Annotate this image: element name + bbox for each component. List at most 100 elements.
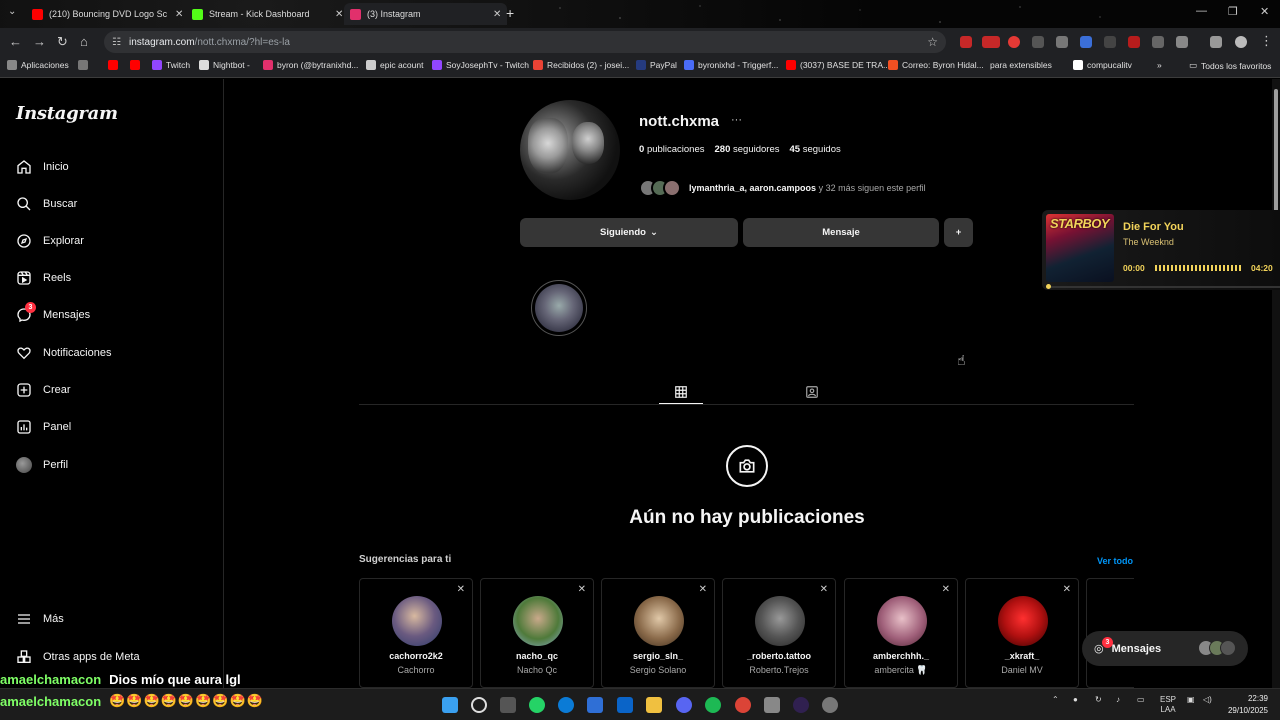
close-icon[interactable]: ✕ bbox=[335, 9, 343, 20]
suggestion-username[interactable]: sergio_sln_ bbox=[602, 651, 714, 661]
minimize-icon[interactable]: — bbox=[1196, 5, 1207, 17]
messages-pill[interactable]: ◎ 3 Mensajes bbox=[1082, 631, 1248, 666]
app-icon[interactable] bbox=[764, 697, 780, 713]
bookmark-youtube-2[interactable] bbox=[130, 60, 140, 70]
store-icon[interactable] bbox=[587, 697, 603, 713]
bookmark-gmail[interactable]: Recibidos (2) - josei... bbox=[533, 60, 629, 70]
extension-tag-icon[interactable] bbox=[1128, 36, 1140, 48]
tray-chevron-icon[interactable]: ⌃ bbox=[1052, 695, 1059, 704]
sidebar-item-buscar[interactable]: Buscar bbox=[16, 196, 77, 212]
suggestion-card[interactable]: ✕ sergio_sln_ Sergio Solano bbox=[601, 578, 715, 688]
volume-icon[interactable]: ◁) bbox=[1203, 695, 1212, 704]
suggestion-card[interactable]: ✕ _roberto.tattoo Roberto.Trejos bbox=[722, 578, 836, 688]
suggestion-username[interactable]: nacho_qc bbox=[481, 651, 593, 661]
system-clock[interactable]: 22:39 29/10/2025 bbox=[1228, 693, 1268, 717]
file-explorer-icon[interactable] bbox=[646, 697, 662, 713]
network-icon[interactable]: ▣ bbox=[1187, 695, 1195, 704]
bookmark-soyjoseph[interactable]: SoyJosephTv - Twitch bbox=[432, 60, 529, 70]
tray-app-icon[interactable]: ● bbox=[1073, 695, 1078, 704]
obs-icon[interactable] bbox=[793, 697, 809, 713]
followed-by[interactable]: lymanthria_a, aaron.campoos y 32 más sig… bbox=[639, 179, 926, 197]
dismiss-icon[interactable]: ✕ bbox=[1063, 584, 1071, 595]
dismiss-icon[interactable]: ✕ bbox=[942, 584, 950, 595]
suggestion-username[interactable]: _roberto.tattoo bbox=[723, 651, 835, 661]
url-input[interactable]: ☷ instagram.com/nott.chxma/?hl=es-la ☆ bbox=[104, 31, 946, 53]
suggest-people-button[interactable]: + bbox=[944, 218, 973, 247]
tab-posts[interactable] bbox=[659, 380, 703, 404]
scrollbar-thumb[interactable] bbox=[1274, 89, 1278, 219]
dismiss-icon[interactable]: ✕ bbox=[457, 584, 465, 595]
bookmark-epic[interactable]: epic acount bbox=[366, 60, 423, 70]
spotify-icon[interactable] bbox=[705, 697, 721, 713]
edge-icon[interactable] bbox=[558, 697, 574, 713]
dismiss-icon[interactable]: ✕ bbox=[820, 584, 828, 595]
avatar[interactable] bbox=[513, 596, 563, 646]
more-options-icon[interactable]: ··· bbox=[731, 114, 742, 126]
maximize-icon[interactable]: ❐ bbox=[1228, 5, 1238, 18]
extension-blue-icon[interactable] bbox=[1080, 36, 1092, 48]
bookmark-outlook[interactable]: Correo: Byron Hidal... bbox=[888, 60, 984, 70]
close-icon[interactable]: ✕ bbox=[493, 9, 501, 20]
page-scrollbar[interactable] bbox=[1272, 79, 1280, 688]
sidebar-item-reels[interactable]: Reels bbox=[16, 270, 71, 286]
dismiss-icon[interactable]: ✕ bbox=[578, 584, 586, 595]
suggestion-card[interactable]: ✕ _xkraft_ Daniel MV bbox=[965, 578, 1079, 688]
whatsapp-icon[interactable] bbox=[529, 697, 545, 713]
bookmark-compucalitv[interactable]: compucalitv bbox=[1073, 60, 1132, 70]
avatar[interactable] bbox=[998, 596, 1048, 646]
media-control-icon[interactable] bbox=[1210, 36, 1222, 48]
bookmark-triggerfyre[interactable]: byronixhd - Triggerf... bbox=[684, 60, 778, 70]
suggestion-card[interactable]: ✕ nacho_qc Nacho Qc bbox=[480, 578, 594, 688]
sidebar-item-mensajes[interactable]: 3 Mensajes bbox=[16, 302, 90, 323]
extensions-puzzle-icon[interactable] bbox=[1176, 36, 1188, 48]
task-view-icon[interactable] bbox=[500, 697, 516, 713]
avatar[interactable] bbox=[392, 596, 442, 646]
suggestion-card[interactable]: ✕ cachorro2k2 Cachorro bbox=[359, 578, 473, 688]
profile-picture[interactable] bbox=[520, 100, 620, 200]
story-highlight[interactable] bbox=[531, 280, 587, 336]
display-icon[interactable]: ▭ bbox=[1137, 695, 1145, 704]
sidebar-item-panel[interactable]: Panel bbox=[16, 419, 71, 435]
suggestion-card[interactable]: ✕ amberchhh._ ambercita 🦷 bbox=[844, 578, 958, 688]
chrome-icon[interactable] bbox=[735, 697, 751, 713]
extension-abp-icon[interactable] bbox=[960, 36, 972, 48]
bookmark-twitch[interactable]: Twitch bbox=[152, 60, 190, 70]
language-indicator[interactable]: ESP LAA bbox=[1160, 695, 1176, 715]
suggestion-username[interactable]: _xkraft_ bbox=[966, 651, 1078, 661]
tab-tagged[interactable] bbox=[790, 380, 834, 404]
site-info-icon[interactable]: ☷ bbox=[112, 37, 121, 48]
sidebar-item-crear[interactable]: Crear bbox=[16, 382, 71, 398]
extension-grid-icon[interactable] bbox=[1032, 36, 1044, 48]
extension-square-icon[interactable] bbox=[1152, 36, 1164, 48]
extension-icon[interactable] bbox=[1056, 36, 1068, 48]
window-close-icon[interactable]: ✕ bbox=[1260, 5, 1269, 18]
suggestion-username[interactable]: cachorro2k2 bbox=[360, 651, 472, 661]
outlook-icon[interactable] bbox=[617, 697, 633, 713]
suggestion-username[interactable]: amberchhh._ bbox=[845, 651, 957, 661]
bookmarks-overflow[interactable]: » bbox=[1157, 60, 1162, 70]
extension-red-icon[interactable] bbox=[1008, 36, 1020, 48]
sidebar-item-explorar[interactable]: Explorar bbox=[16, 233, 84, 249]
avatar[interactable] bbox=[634, 596, 684, 646]
extension-counter-icon[interactable] bbox=[982, 36, 1000, 48]
back-icon[interactable]: ← bbox=[9, 34, 22, 49]
bookmark-apps[interactable]: Aplicaciones bbox=[7, 60, 69, 70]
reload-icon[interactable]: ↻ bbox=[57, 34, 68, 50]
bookmark-grid[interactable] bbox=[78, 60, 88, 70]
message-button[interactable]: Mensaje bbox=[743, 218, 939, 247]
profile-avatar[interactable] bbox=[1235, 36, 1247, 48]
dismiss-icon[interactable]: ✕ bbox=[699, 584, 707, 595]
tab-search-chevron-icon[interactable]: ⌄ bbox=[8, 6, 16, 17]
new-tab-button[interactable]: + bbox=[506, 5, 514, 21]
tray-sync-icon[interactable]: ↻ bbox=[1095, 695, 1102, 704]
sidebar-item-perfil[interactable]: Perfil bbox=[16, 457, 68, 473]
extension-b-icon[interactable] bbox=[1104, 36, 1116, 48]
bookmark-nightbot[interactable]: Nightbot - bbox=[199, 60, 250, 70]
followers-stat[interactable]: 280 seguidores bbox=[715, 144, 780, 155]
sidebar-item-mas[interactable]: Más bbox=[16, 611, 64, 627]
tab-instagram[interactable]: (3) Instagram ✕ bbox=[344, 3, 508, 25]
all-favorites[interactable]: ▭ Todos los favoritos bbox=[1189, 60, 1271, 71]
instagram-logo[interactable]: Instagram bbox=[16, 103, 118, 124]
following-stat[interactable]: 45 seguidos bbox=[790, 144, 841, 155]
avatar[interactable] bbox=[877, 596, 927, 646]
